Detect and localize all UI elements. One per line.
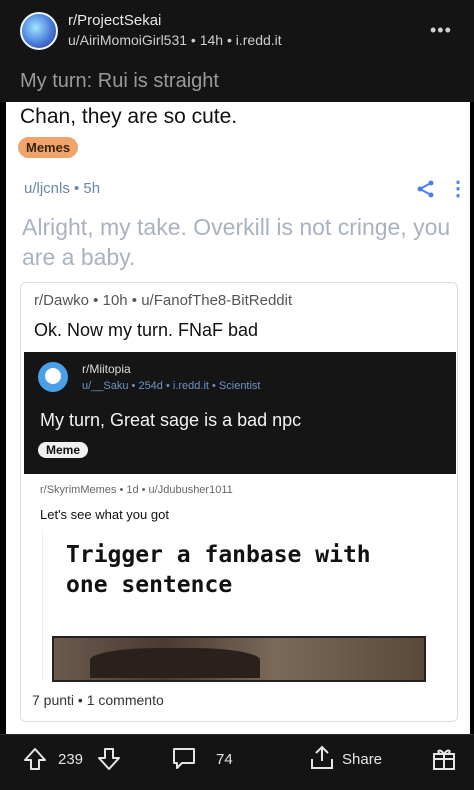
skyrim-meta: r/SkyrimMemes • 1d • u/Jdubusher1011: [40, 484, 233, 496]
vertical-dots-icon: ⋮: [448, 178, 468, 200]
vote-count: 239: [58, 751, 84, 768]
award-icon[interactable]: [430, 744, 458, 777]
nested-meta: u/__Saku • 254d • i.redd.it • Scientist: [82, 380, 261, 392]
nested-subreddit: r/Miitopia: [82, 362, 131, 376]
subreddit-avatar[interactable]: [20, 12, 58, 50]
share-icon: [416, 180, 436, 203]
meme-line-2: one sentence: [66, 572, 233, 598]
post-title: My turn: Rui is straight: [20, 70, 219, 92]
skyrim-text: Let's see what you got: [40, 507, 169, 522]
comment-meta: u/ljcnls • 5h: [24, 180, 101, 197]
post-stats: 7 punti • 1 commento: [32, 692, 164, 708]
kebab-icon[interactable]: •••: [430, 20, 452, 41]
meme-photo-figure: [90, 648, 260, 678]
share-button[interactable]: Share: [342, 751, 382, 768]
meme-line-1: Trigger a fanbase with: [66, 542, 371, 568]
share-button-icon[interactable]: [308, 744, 336, 777]
image-title-continuation: Chan, they are so cute.: [20, 105, 238, 128]
meme-caption: Trigger a fanbase with one sentence: [66, 540, 371, 600]
upvote-icon[interactable]: [22, 746, 48, 777]
mii-face-icon: [45, 368, 61, 384]
downvote-icon[interactable]: [96, 746, 122, 777]
post-meta: u/AiriMomoiGirl531 • 14h • i.redd.it: [68, 32, 282, 48]
comment-count: 74: [216, 751, 233, 768]
nested-title: My turn, Great sage is a bad npc: [40, 410, 302, 430]
subreddit-name[interactable]: r/ProjectSekai: [68, 12, 161, 29]
meme-flair: Meme: [38, 442, 89, 458]
crosspost-meta: r/Dawko • 10h • u/FanofThe8-BitReddit: [34, 292, 293, 309]
comment-body: Alright, my take. Overkill is not cringe…: [22, 214, 451, 270]
memes-flair: Memes: [18, 137, 79, 158]
comment-icon[interactable]: [170, 744, 198, 777]
crosspost-title: Ok. Now my turn. FNaF bad: [34, 320, 259, 340]
